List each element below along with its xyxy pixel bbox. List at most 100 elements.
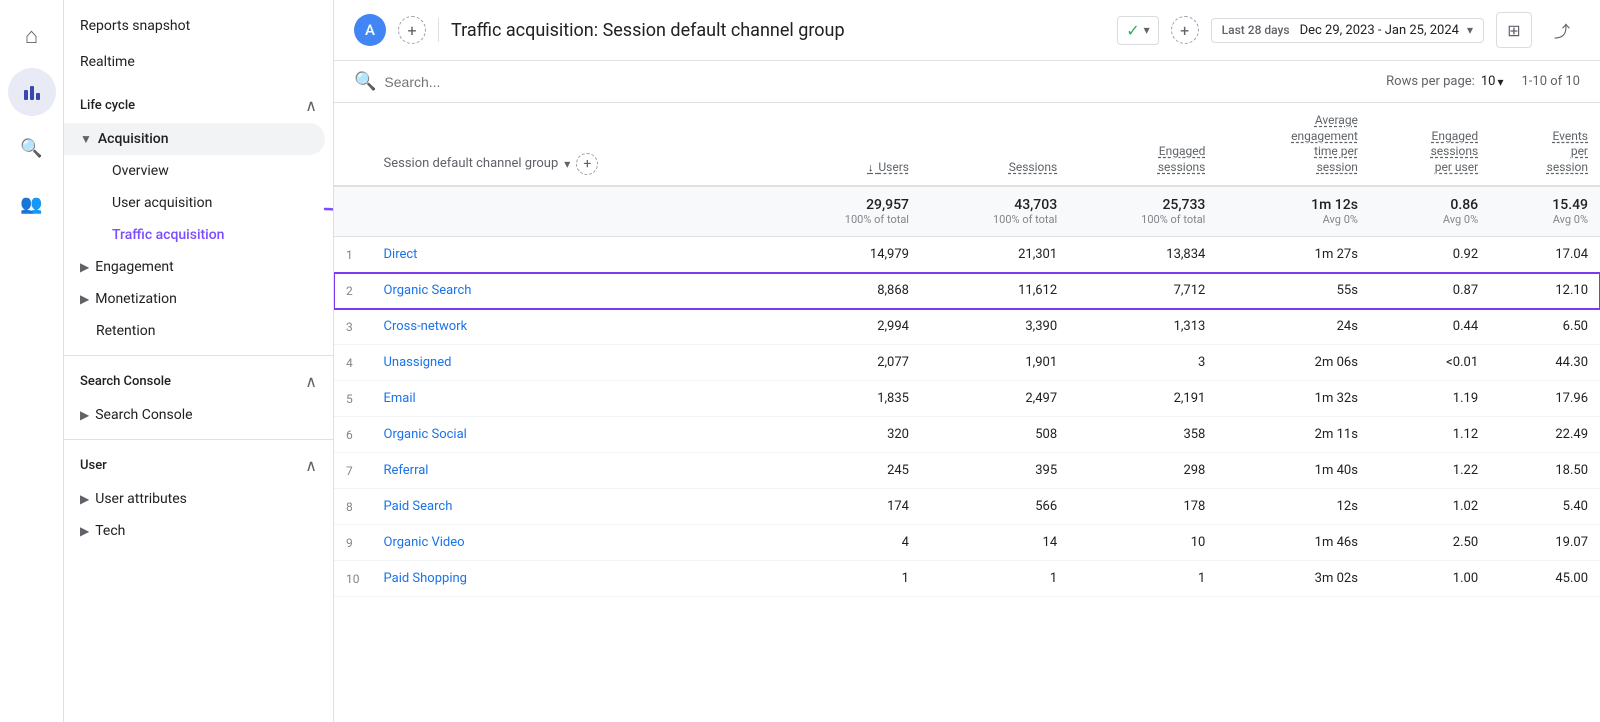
totals-avg-engagement: 1m 12sAvg 0% [1217,186,1370,237]
row-sessions: 3,390 [921,309,1069,345]
analytics-nav-icon[interactable] [8,68,56,116]
search-console-item-label: Search Console [95,407,192,423]
row-sessions: 11,612 [921,273,1069,309]
channel-name[interactable]: Paid Search [372,489,773,525]
add-comparison-button[interactable]: + [398,16,426,44]
row-events-per-session: 12.10 [1490,273,1600,309]
avatar: A [354,14,386,46]
row-engaged-sessions: 358 [1069,417,1217,453]
user-acquisition-item[interactable]: User acquisition [64,187,325,219]
channel-name[interactable]: Organic Video [372,525,773,561]
search-icon: 🔍 [354,71,376,92]
channel-name[interactable]: Organic Social [372,417,773,453]
retention-item[interactable]: Retention [64,315,325,347]
audience-nav-icon[interactable]: 👥 [8,180,56,228]
users-header[interactable]: ↓ Users [773,103,921,186]
table-row[interactable]: 7 Referral 245 395 298 1m 40s 1.22 18.50 [334,453,1600,489]
tech-item[interactable]: ▶ Tech [64,515,325,547]
row-engaged-sessions: 3 [1069,345,1217,381]
row-users: 320 [773,417,921,453]
check-icon: ✓ [1126,21,1139,40]
row-num: 10 [334,561,372,597]
row-events-per-session: 18.50 [1490,453,1600,489]
channel-name[interactable]: Cross-network [372,309,773,345]
row-engaged-sessions: 2,191 [1069,381,1217,417]
row-events-per-session: 44.30 [1490,345,1600,381]
add-dimension-button[interactable]: + [576,153,598,175]
channel-column-header: Session default channel group ▾ + [372,103,773,186]
table-row[interactable]: 1 Direct 14,979 21,301 13,834 1m 27s 0.9… [334,237,1600,273]
search-console-item[interactable]: ▶ Search Console [64,399,325,431]
events-per-session-header[interactable]: Eventspersession [1490,103,1600,186]
verified-badge[interactable]: ✓ ▾ [1117,16,1158,45]
row-users: 1 [773,561,921,597]
monetization-arrow: ▶ [80,292,89,306]
realtime-label: Realtime [80,54,135,70]
user-section-header[interactable]: User ∧ [64,448,333,483]
table-row[interactable]: 2 Organic Search 8,868 11,612 7,712 55s … [334,273,1600,309]
date-range-selector[interactable]: Last 28 days Dec 29, 2023 - Jan 25, 2024… [1211,18,1484,43]
row-avg-engagement: 1m 32s [1217,381,1370,417]
home-nav-icon[interactable]: ⌂ [8,12,56,60]
engagement-item[interactable]: ▶ Engagement [64,251,325,283]
header: A + Traffic acquisition: Session default… [334,0,1600,61]
sessions-header[interactable]: Sessions [921,103,1069,186]
engagement-arrow: ▶ [80,260,89,274]
totals-sessions: 43,703100% of total [921,186,1069,237]
monetization-item[interactable]: ▶ Monetization [64,283,325,315]
row-sessions: 2,497 [921,381,1069,417]
table-row[interactable]: 10 Paid Shopping 1 1 1 3m 02s 1.00 45.00 [334,561,1600,597]
add-report-button[interactable]: + [1171,16,1199,44]
life-cycle-chevron: ∧ [305,96,317,115]
traffic-acquisition-item[interactable]: Traffic acquisition [64,219,325,251]
row-num: 9 [334,525,372,561]
row-engaged-per-user: 1.19 [1370,381,1490,417]
reports-snapshot-item[interactable]: Reports snapshot [64,8,333,44]
row-num: 8 [334,489,372,525]
channel-name[interactable]: Email [372,381,773,417]
row-events-per-session: 22.49 [1490,417,1600,453]
row-users: 1,835 [773,381,921,417]
table-row[interactable]: 9 Organic Video 4 14 10 1m 46s 2.50 19.0… [334,525,1600,561]
channel-name[interactable]: Paid Shopping [372,561,773,597]
row-engaged-sessions: 10 [1069,525,1217,561]
realtime-item[interactable]: Realtime [64,44,333,80]
channel-name[interactable]: Referral [372,453,773,489]
channel-dropdown-icon[interactable]: ▾ [564,157,570,173]
date-label: Last 28 days [1222,23,1290,37]
life-cycle-header[interactable]: Life cycle ∧ [64,88,333,123]
search-nav-icon[interactable]: 🔍 [8,124,56,172]
search-input[interactable] [384,74,1378,90]
table-row[interactable]: 6 Organic Social 320 508 358 2m 11s 1.12… [334,417,1600,453]
retention-label: Retention [96,323,156,339]
row-users: 14,979 [773,237,921,273]
engaged-per-user-label: Engagedsessionsper user [1431,129,1479,174]
overview-item[interactable]: Overview [64,155,325,187]
acquisition-item[interactable]: ▼ Acquisition [64,123,325,155]
user-attributes-item[interactable]: ▶ User attributes [64,483,325,515]
table-row[interactable]: 4 Unassigned 2,077 1,901 3 2m 06s <0.01 … [334,345,1600,381]
table-row[interactable]: 5 Email 1,835 2,497 2,191 1m 32s 1.19 17… [334,381,1600,417]
pagination-info: 1-10 of 10 [1521,74,1580,89]
table-row[interactable]: 8 Paid Search 174 566 178 12s 1.02 5.40 [334,489,1600,525]
engaged-sessions-header[interactable]: Engagedsessions [1069,103,1217,186]
rows-per-page-select[interactable]: 10 ▾ [1481,74,1504,89]
search-console-section-label: Search Console [80,374,171,389]
table-view-button[interactable]: ⊞ [1496,12,1532,48]
row-num: 4 [334,345,372,381]
totals-engaged-sessions: 25,733100% of total [1069,186,1217,237]
engaged-per-user-header[interactable]: Engagedsessionsper user [1370,103,1490,186]
channel-name[interactable]: Organic Search [372,273,773,309]
row-num: 7 [334,453,372,489]
avg-engagement-header[interactable]: Averageengagementtime persession [1217,103,1370,186]
traffic-acquisition-label: Traffic acquisition [112,227,224,243]
search-console-section: Search Console ∧ ▶ Search Console [64,364,333,431]
row-users: 2,077 [773,345,921,381]
table-row[interactable]: 3 Cross-network 2,994 3,390 1,313 24s 0.… [334,309,1600,345]
search-console-header[interactable]: Search Console ∧ [64,364,333,399]
channel-name[interactable]: Direct [372,237,773,273]
row-num: 6 [334,417,372,453]
channel-name[interactable]: Unassigned [372,345,773,381]
users-label: Users [878,160,909,174]
share-button[interactable]: ⤴ [1544,12,1580,48]
